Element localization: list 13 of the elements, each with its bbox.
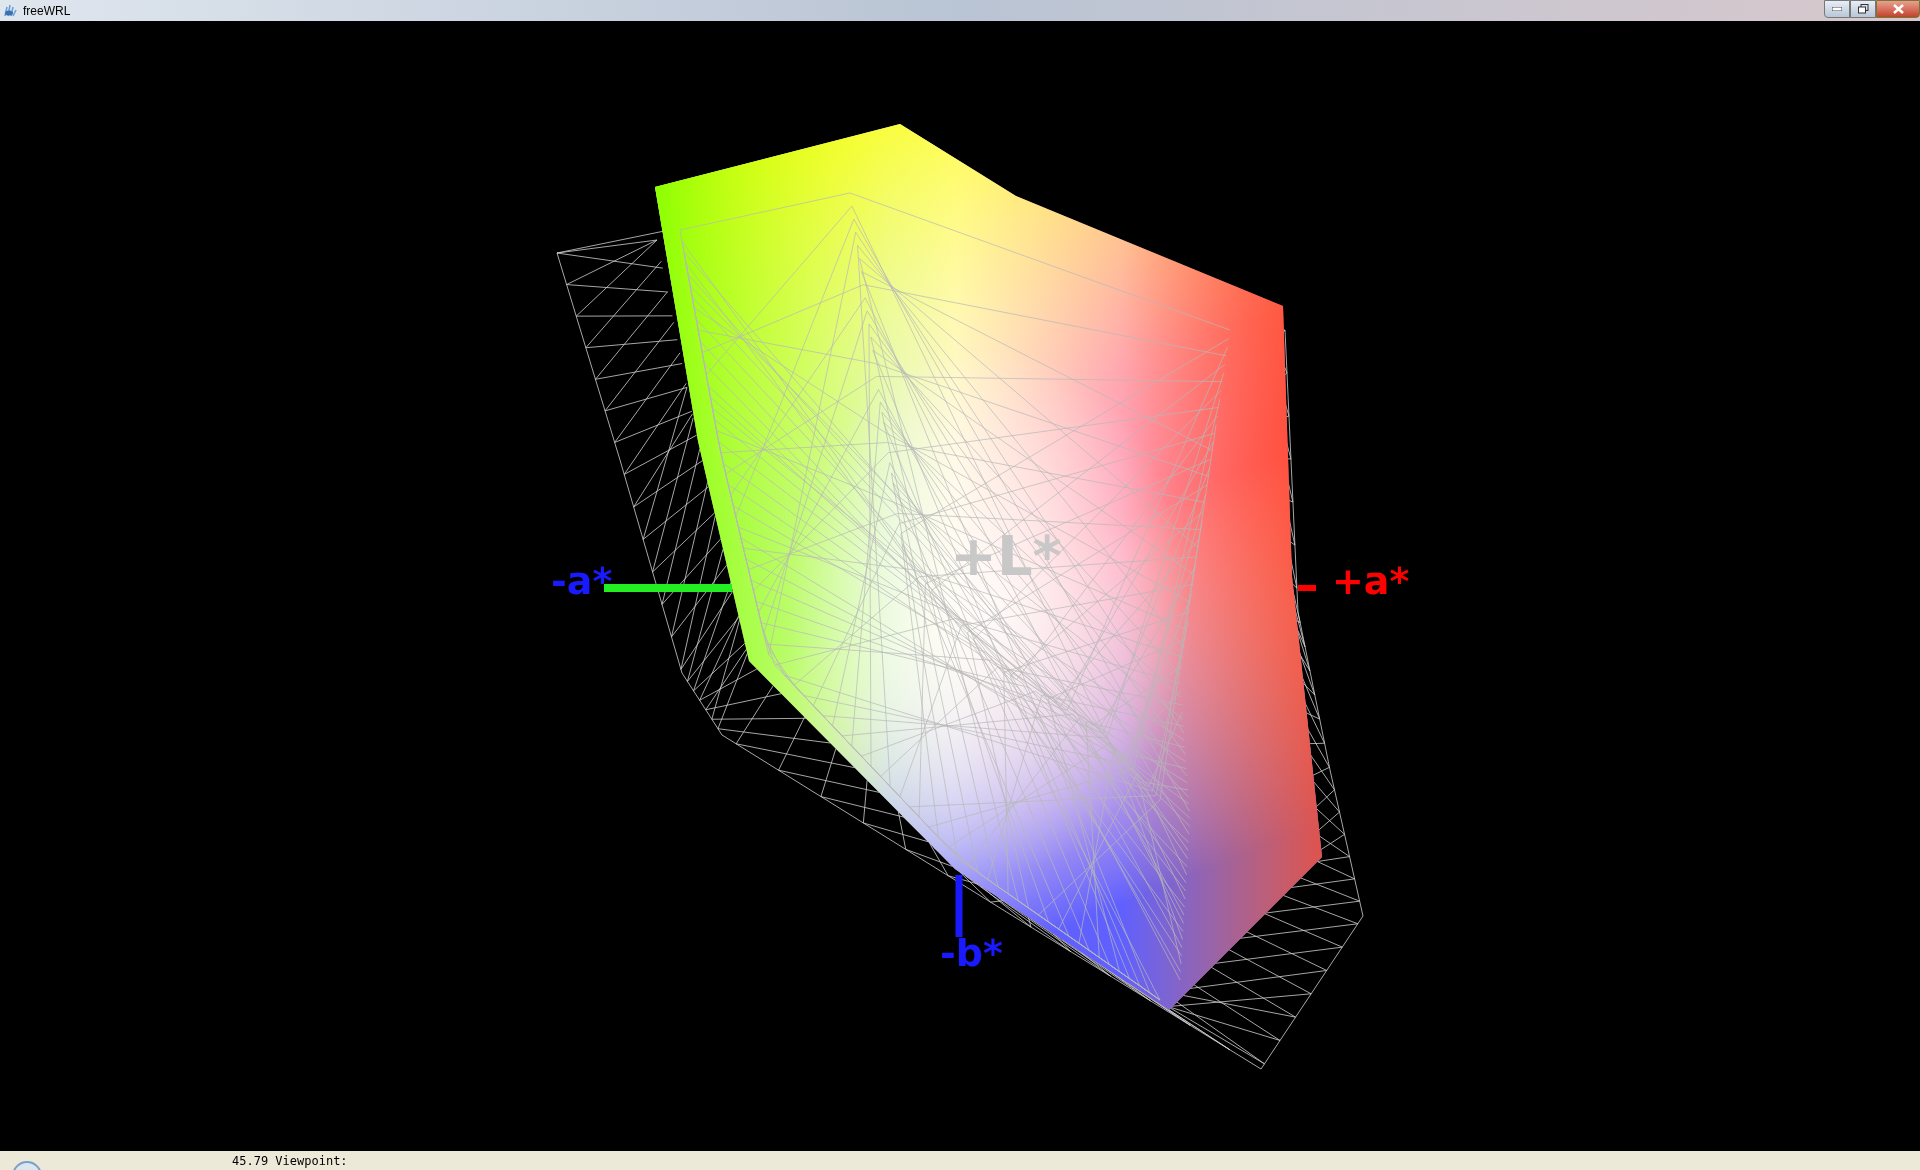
- positive-a-axis-line: [1298, 585, 1316, 591]
- status-text: 45.79 Viewpoint:: [232, 1152, 348, 1170]
- restore-icon: [1857, 4, 1869, 14]
- minimize-icon: [1832, 7, 1842, 11]
- close-icon: [1892, 4, 1904, 14]
- minimize-button[interactable]: [1824, 0, 1850, 18]
- window-title: freeWRL: [23, 2, 71, 20]
- app-icon: [3, 3, 17, 18]
- close-button[interactable]: [1876, 0, 1920, 18]
- maximize-button[interactable]: [1850, 0, 1876, 18]
- negative-a-axis-label: -a*: [551, 562, 613, 600]
- positive-a-axis-label: +a*: [1332, 562, 1410, 600]
- negative-b-axis-label: -b*: [940, 934, 1003, 972]
